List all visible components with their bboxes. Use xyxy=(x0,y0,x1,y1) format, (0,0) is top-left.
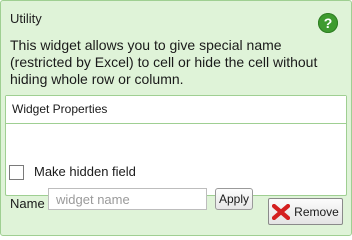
widget-name-input[interactable] xyxy=(48,188,207,210)
name-label: Name xyxy=(10,196,45,211)
close-x-icon xyxy=(272,203,291,220)
widget-title: Utility xyxy=(10,11,42,26)
make-hidden-field-checkbox[interactable] xyxy=(9,165,24,180)
apply-button[interactable]: Apply xyxy=(215,188,253,210)
remove-button-label: Remove xyxy=(294,204,339,219)
widget-properties-section: Widget Properties xyxy=(5,95,347,196)
widget-description: This widget allows you to give special n… xyxy=(10,37,318,87)
widget-properties-header: Widget Properties xyxy=(6,96,346,124)
help-icon[interactable]: ? xyxy=(318,13,338,33)
remove-button[interactable]: Remove xyxy=(268,198,343,225)
make-hidden-field-label: Make hidden field xyxy=(34,164,136,179)
